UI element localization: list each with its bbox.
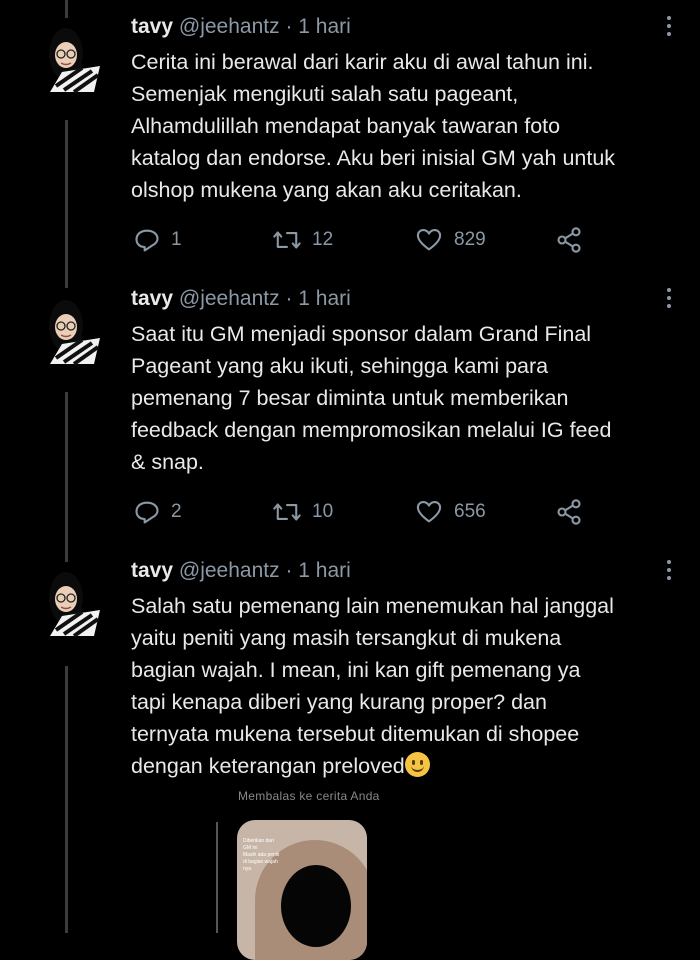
separator: · — [285, 287, 293, 310]
timestamp[interactable]: 1 hari — [298, 15, 351, 38]
story-text-line: nya — [243, 866, 252, 872]
tweet[interactable]: tavy @jeehantz · 1 hari Cerita ini beraw… — [0, 14, 700, 276]
like-count: 656 — [454, 501, 486, 522]
story-text-line: Masih ada peniti — [243, 852, 280, 858]
share-button[interactable] — [554, 497, 584, 527]
tweet-text: Salah satu pemenang lain menemukan hal j… — [131, 590, 691, 782]
tweet[interactable]: tavy @jeehantz · 1 hari Saat itu GM menj… — [0, 286, 700, 548]
tweet-text-line: olshop mukena yang akan aku ceritakan. — [131, 178, 522, 202]
retweet-count: 12 — [312, 229, 334, 250]
heart-icon — [416, 501, 442, 523]
like-button[interactable]: 656 — [414, 497, 486, 527]
display-name[interactable]: tavy — [131, 287, 173, 310]
tweet-text-line: & snap. — [131, 450, 204, 474]
story-reply-caption: Membalas ke cerita Anda — [238, 789, 380, 803]
more-vertical-icon[interactable] — [666, 16, 672, 40]
user-handle[interactable]: @jeehantz — [179, 559, 280, 582]
timestamp[interactable]: 1 hari — [298, 559, 351, 582]
tweet-text-line: Semenjak mengikuti salah satu pageant, — [131, 82, 519, 106]
story-text-line: Diberikan dari — [243, 838, 274, 844]
story-text: Diberikan dari GM ini Masih ada peniti d… — [243, 838, 293, 873]
share-icon — [557, 499, 581, 525]
story-reply-bar — [216, 822, 218, 933]
reply-count: 1 — [171, 229, 182, 250]
reply-button[interactable]: 1 — [133, 225, 182, 255]
display-name[interactable]: tavy — [131, 559, 173, 582]
tweet-text-line: Cerita ini berawal dari karir aku di awa… — [131, 50, 594, 74]
tweet-text-line: feedback dengan mempromosikan melalui IG… — [131, 418, 612, 442]
retweet-button[interactable]: 12 — [272, 225, 333, 255]
story-text-line: GM ini — [243, 845, 258, 851]
share-icon — [557, 227, 581, 253]
tweet-text-line: yaitu peniti yang masih tersangkut di mu… — [131, 626, 562, 650]
avatar[interactable] — [42, 296, 100, 366]
tweet-header: tavy @jeehantz · 1 hari — [131, 14, 351, 40]
separator: · — [285, 559, 293, 582]
story-image[interactable]: Diberikan dari GM ini Masih ada peniti d… — [237, 820, 367, 960]
heart-icon — [416, 229, 442, 251]
like-count: 829 — [454, 229, 486, 250]
more-vertical-icon[interactable] — [666, 560, 672, 584]
like-button[interactable]: 829 — [414, 225, 486, 255]
story-text-line: di bagian wajah — [243, 859, 278, 865]
tweet-text-line: Pageant yang aku ikuti, sehingga kami pa… — [131, 354, 549, 378]
share-button[interactable] — [554, 225, 584, 255]
slightly-smiling-face-icon — [404, 752, 430, 777]
tweet-header: tavy @jeehantz · 1 hari — [131, 558, 351, 584]
reply-button[interactable]: 2 — [133, 497, 182, 527]
avatar[interactable] — [42, 568, 100, 638]
tweet-actions: 2 10 656 — [133, 497, 593, 527]
retweet-button[interactable]: 10 — [272, 497, 333, 527]
tweet-text-line: katalog dan endorse. Aku beri inisial GM… — [131, 146, 616, 170]
tweet-text-line: Saat itu GM menjadi sponsor dalam Grand … — [131, 322, 592, 346]
more-vertical-icon[interactable] — [666, 288, 672, 312]
tweet-text: Cerita ini berawal dari karir aku di awa… — [131, 46, 691, 206]
tweet-text-line: bagian wajah. I mean, ini kan gift pemen… — [131, 658, 581, 682]
tweet-text-line: Salah satu pemenang lain menemukan hal j… — [131, 594, 614, 618]
tweet-text-line: ternyata mukena tersebut ditemukan di sh… — [131, 722, 580, 746]
display-name[interactable]: tavy — [131, 15, 173, 38]
story-face-cover — [281, 865, 351, 947]
reply-count: 2 — [171, 501, 182, 522]
avatar[interactable] — [42, 24, 100, 94]
tweet-text-line: Alhamdulillah mendapat banyak tawaran fo… — [131, 114, 561, 138]
retweet-icon — [273, 231, 301, 249]
tweet-text-line: tapi kenapa diberi yang kurang proper? d… — [131, 690, 547, 714]
tweet-text-line-with-emoji: dengan keterangan preloved — [131, 750, 691, 782]
user-handle[interactable]: @jeehantz — [179, 287, 280, 310]
reply-icon — [135, 501, 159, 524]
tweet-text: Saat itu GM menjadi sponsor dalam Grand … — [131, 318, 691, 478]
tweet-text-line: dengan keterangan preloved — [131, 754, 405, 778]
tweet-actions: 1 12 829 — [133, 225, 593, 255]
user-handle[interactable]: @jeehantz — [179, 15, 280, 38]
retweet-icon — [273, 503, 301, 521]
timestamp[interactable]: 1 hari — [298, 287, 351, 310]
retweet-count: 10 — [312, 501, 334, 522]
tweet[interactable]: tavy @jeehantz · 1 hari Salah satu pemen… — [0, 558, 700, 788]
tweet-text-line: pemenang 7 besar diminta untuk memberika… — [131, 386, 569, 410]
separator: · — [285, 15, 293, 38]
reply-icon — [135, 229, 159, 252]
tweet-header: tavy @jeehantz · 1 hari — [131, 286, 351, 312]
